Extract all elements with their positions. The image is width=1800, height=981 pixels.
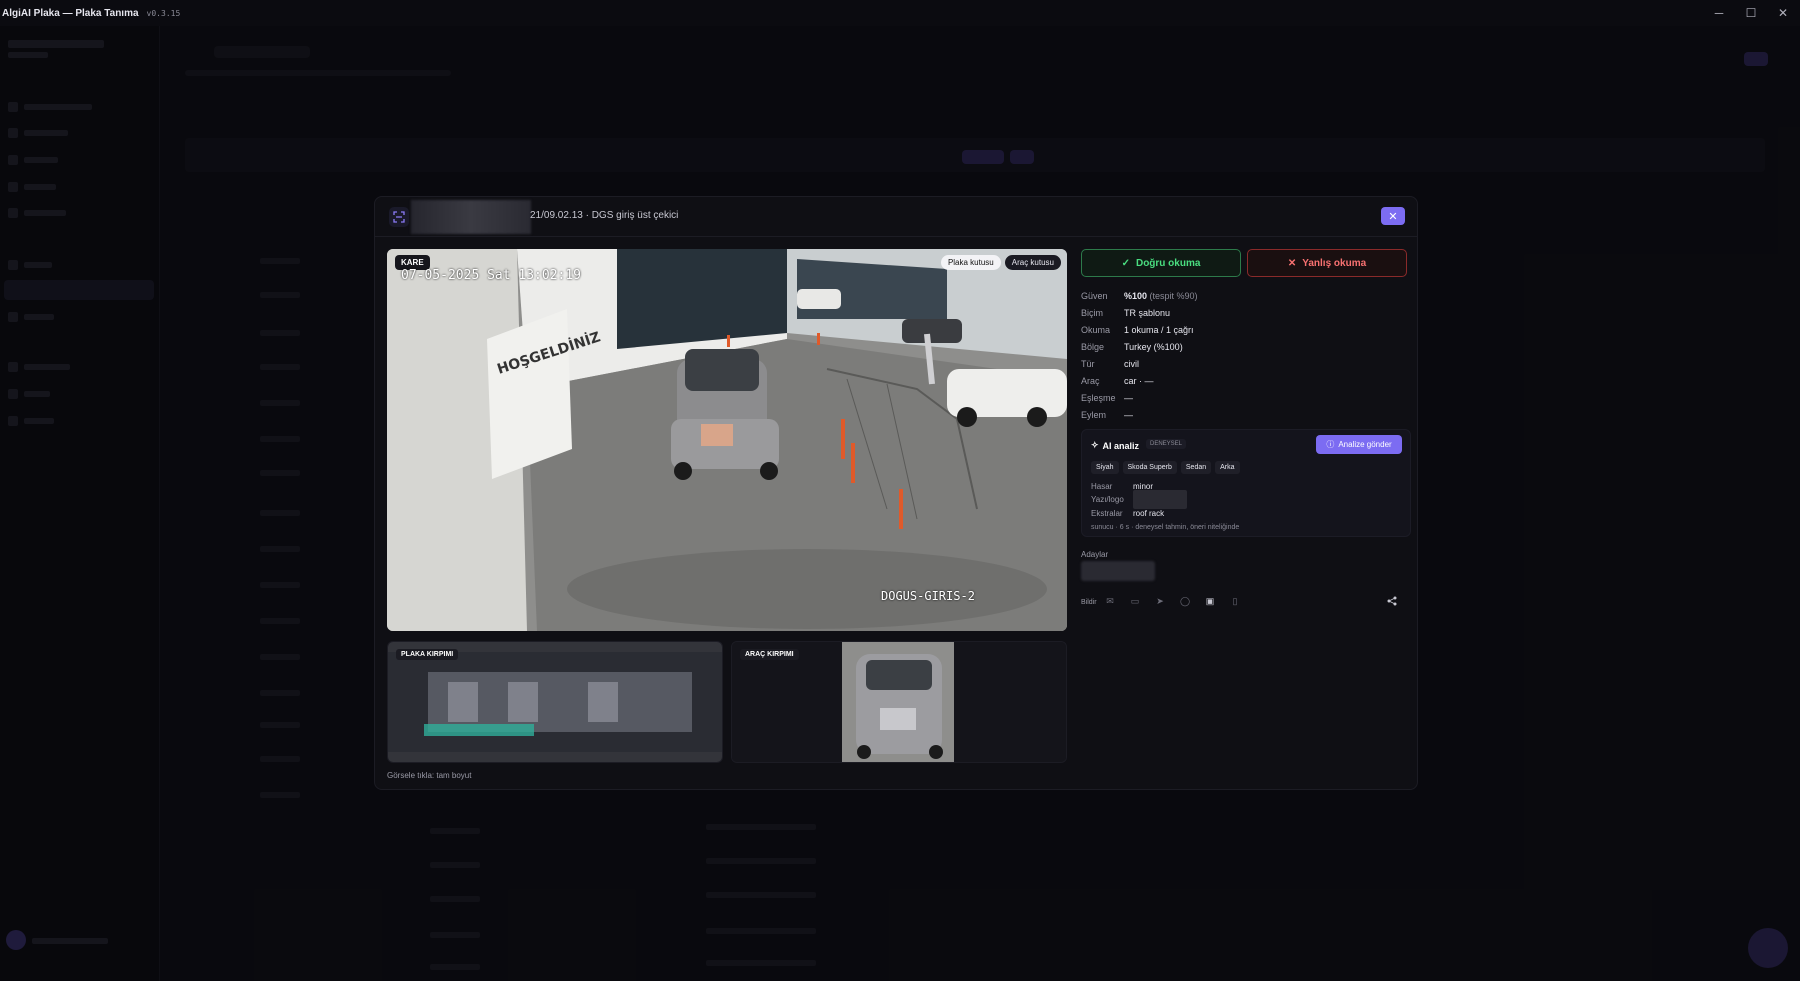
- modal-title: 21/09.02.13 · DGS giriş üst çekici: [530, 210, 679, 221]
- info-key: Tür: [1081, 358, 1095, 369]
- modal-header: 21/09.02.13 · DGS giriş üst çekici ✕: [375, 197, 1417, 237]
- info-row-confidence: Güven %100 (tespit %90): [1081, 287, 1411, 304]
- info-icon: ⓘ: [1326, 440, 1335, 449]
- info-value: —: [1124, 409, 1133, 420]
- x-icon: ✕: [1287, 257, 1297, 269]
- vehicle-crop-label: ARAÇ KIRPIMI: [740, 649, 799, 660]
- tag-view: Arka: [1215, 461, 1240, 474]
- toggle-plate-box[interactable]: Plaka kutusu: [940, 255, 1001, 270]
- info-value: car · —: [1124, 375, 1154, 386]
- tag-model: Skoda Superb: [1122, 461, 1177, 474]
- ai-extras-row: Ekstralar roof rack: [1091, 509, 1164, 518]
- ai-analysis-panel: ✧ AI analiz DENEYSEL ⓘ Analize gönder Si…: [1081, 429, 1411, 537]
- phone-icon[interactable]: ▯: [1228, 594, 1242, 608]
- ai-text-row: Yazı/logo: [1091, 490, 1187, 509]
- close-button[interactable]: ✕: [1381, 207, 1405, 225]
- overlay-toggles: Plaka kutusu Araç kutusu: [940, 255, 1061, 270]
- info-key: Okuma: [1081, 324, 1111, 335]
- info-value: Turkey (%100): [1124, 341, 1183, 352]
- app-title: AlgiAI Plaka — Plaka Tanıma: [2, 7, 139, 19]
- confidence-value: %100: [1124, 290, 1148, 301]
- extras-value: roof rack: [1133, 509, 1165, 518]
- close-window-icon[interactable]: ✕: [1772, 4, 1794, 22]
- info-value: —: [1124, 392, 1133, 403]
- chat-icon[interactable]: ◯: [1178, 594, 1192, 608]
- wrong-reading-label: Yanlış okuma: [1302, 257, 1367, 269]
- ai-tags: Siyah Skoda Superb Sedan Arka: [1091, 461, 1240, 474]
- app-version: v0.3.15: [146, 8, 181, 18]
- info-key: Eşleşme: [1081, 392, 1116, 403]
- vehicle-crop-image: [732, 642, 1066, 762]
- candidates-redacted: [1081, 561, 1155, 581]
- report-label: Bildir: [1081, 599, 1097, 606]
- close-icon: ✕: [1388, 210, 1398, 223]
- damage-key: Hasar: [1091, 482, 1113, 491]
- vehicle-crop[interactable]: ARAÇ KIRPIMI: [731, 641, 1067, 763]
- info-value: 1 okuma / 1 çağrı: [1124, 324, 1194, 335]
- ai-title: ✧ AI analiz: [1091, 440, 1139, 451]
- tag-color: Siyah: [1091, 461, 1119, 474]
- info-key: Araç: [1081, 375, 1100, 386]
- redacted-plate: [411, 200, 531, 234]
- info-row-type: Tür civil: [1081, 355, 1411, 372]
- text-redacted: [1133, 490, 1187, 509]
- reading-info: Güven %100 (tespit %90) Biçim TR şablonu O…: [1081, 287, 1411, 423]
- info-value: %100 (tespit %90): [1124, 291, 1198, 301]
- minimize-icon[interactable]: ─: [1708, 4, 1730, 22]
- send-to-analysis-button[interactable]: ⓘ Analize gönder: [1316, 435, 1402, 454]
- info-key: Eylem: [1081, 409, 1107, 420]
- plate-crop[interactable]: PLAKA KIRPIMI: [387, 641, 723, 763]
- ai-note: sunucu · 6 s · deneysel tahmin, öneri ni…: [1091, 524, 1240, 531]
- info-key: Bölge: [1081, 341, 1105, 352]
- wrong-reading-button[interactable]: ✕ Yanlış okuma: [1247, 249, 1407, 277]
- info-key: Güven: [1081, 290, 1108, 301]
- tag-body: Sedan: [1180, 461, 1212, 474]
- experimental-badge: DENEYSEL: [1146, 439, 1187, 449]
- info-row-region: Bölge Turkey (%100): [1081, 338, 1411, 355]
- camera-scene: HOŞGELDİNİZ: [387, 249, 1067, 631]
- frame-image[interactable]: HOŞGELDİNİZ KARE 07-05-2025 Sat 13:02:19…: [387, 249, 1067, 631]
- fullsize-hint: Görsele tıkla: tam boyut: [387, 771, 472, 780]
- info-row-action: Eylem —: [1081, 406, 1411, 423]
- window-titlebar: AlgiAI Plaka — Plaka Tanıma v0.3.15 ─ ☐ …: [0, 0, 1800, 26]
- correct-reading-label: Doğru okuma: [1135, 257, 1201, 269]
- mail-icon[interactable]: ✉: [1103, 594, 1117, 608]
- share-icon[interactable]: [1385, 594, 1399, 608]
- toggle-vehicle-box[interactable]: Araç kutusu: [1004, 255, 1061, 270]
- ai-title-label: AI analiz: [1102, 440, 1140, 451]
- info-value: TR şablonu: [1124, 307, 1171, 318]
- share-channels: ✉ ▭ ➤ ◯ ▣ ▯: [1103, 594, 1242, 608]
- candidates-label: Adaylar: [1081, 550, 1109, 559]
- extras-key: Ekstralar: [1091, 509, 1123, 518]
- osd-datetime: 07-05-2025 Sat 13:02:19: [401, 268, 582, 283]
- maximize-icon[interactable]: ☐: [1740, 4, 1762, 22]
- info-row-vehicle: Araç car · —: [1081, 372, 1411, 389]
- osd-camera: DOGUS-GIRIS-2: [881, 589, 975, 603]
- check-icon: ✓: [1121, 257, 1130, 269]
- plate-crop-image: [388, 642, 722, 762]
- scan-icon: [389, 207, 409, 227]
- monitor-icon[interactable]: ▣: [1203, 594, 1217, 608]
- info-key: Biçim: [1081, 307, 1103, 318]
- info-row-reading: Okuma 1 okuma / 1 çağrı: [1081, 321, 1411, 338]
- info-row-match: Eşleşme —: [1081, 389, 1411, 406]
- info-value: civil: [1124, 358, 1139, 369]
- plate-detail-modal: 21/09.02.13 · DGS giriş üst çekici ✕ HOŞ…: [374, 196, 1418, 790]
- sparkle-icon: ✧: [1091, 440, 1099, 450]
- message-icon[interactable]: ▭: [1128, 594, 1142, 608]
- send-icon[interactable]: ➤: [1153, 594, 1167, 608]
- correct-reading-button[interactable]: ✓ Doğru okuma: [1081, 249, 1241, 277]
- info-row-format: Biçim TR şablonu: [1081, 304, 1411, 321]
- text-key: Yazı/logo: [1091, 495, 1124, 504]
- detection-confidence: (tespit %90): [1147, 290, 1198, 301]
- send-label: Analize gönder: [1338, 440, 1392, 449]
- plate-crop-label: PLAKA KIRPIMI: [396, 649, 459, 660]
